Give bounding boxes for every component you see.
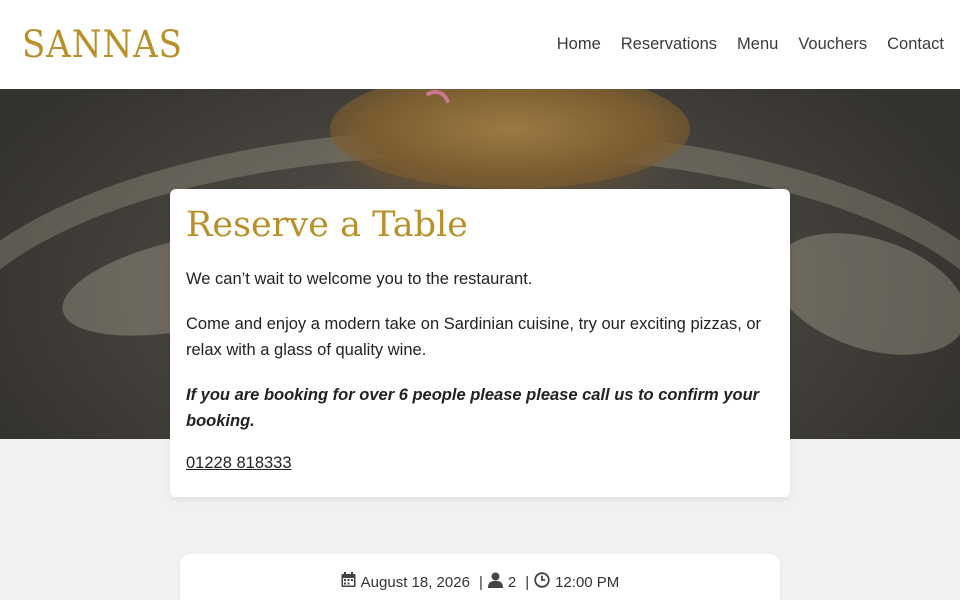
nav-menu[interactable]: Menu (737, 35, 778, 54)
separator: | (478, 573, 483, 591)
booking-date[interactable]: August 18, 2026 (361, 574, 470, 591)
sannas-logo[interactable]: SANNAS (22, 26, 183, 63)
clock-icon (534, 572, 550, 592)
nav-reservations[interactable]: Reservations (621, 35, 717, 54)
booking-widget: August 18, 2026 | 2 | 12:00 PM (180, 554, 780, 600)
page-title: Reserve a Table (186, 205, 468, 245)
main-nav: Home Reservations Menu Vouchers Contact (537, 35, 944, 54)
nav-home[interactable]: Home (557, 35, 601, 54)
calendar-icon (341, 572, 356, 592)
separator: | (525, 573, 530, 591)
large-group-notice: If you are booking for over 6 people ple… (186, 386, 760, 430)
nav-vouchers[interactable]: Vouchers (798, 35, 867, 54)
nav-contact[interactable]: Contact (887, 35, 944, 54)
booking-summary: August 18, 2026 | 2 | 12:00 PM (180, 572, 780, 592)
booking-guests[interactable]: 2 (508, 574, 516, 591)
booking-time[interactable]: 12:00 PM (555, 574, 619, 591)
intro-text: We can’t wait to welcome you to the rest… (186, 270, 533, 288)
site-header: SANNAS Home Reservations Menu Vouchers C… (0, 0, 960, 89)
description-text: Come and enjoy a modern take on Sardinia… (186, 315, 762, 359)
phone-link[interactable]: 01228 818333 (186, 454, 292, 472)
reservation-card: Reserve a Table We can’t wait to welcome… (170, 189, 790, 497)
person-icon (487, 572, 503, 592)
